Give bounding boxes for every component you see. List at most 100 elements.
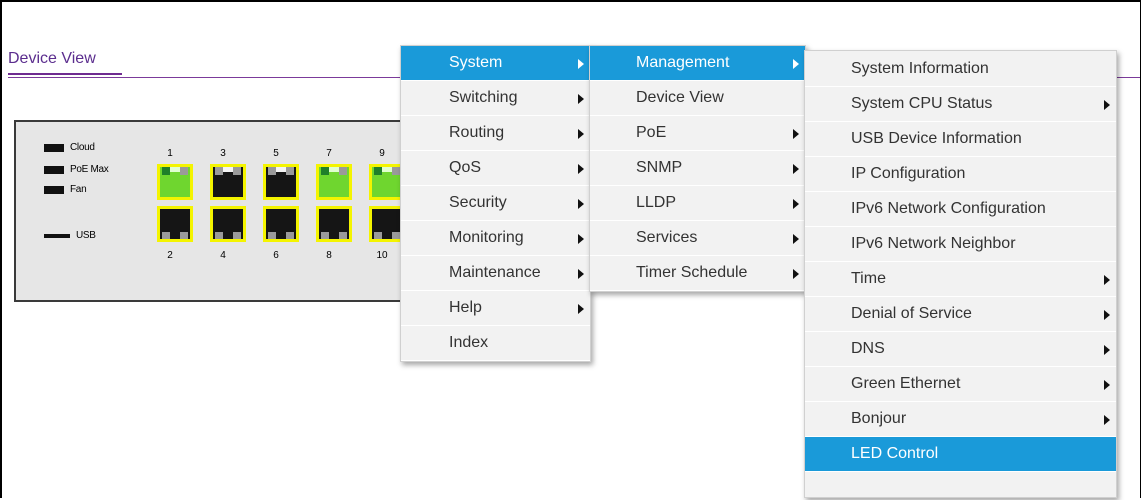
management-menu-item-time[interactable]: Time <box>805 262 1116 297</box>
legend-usb: USB <box>44 230 96 241</box>
chevron-right-icon <box>578 234 584 244</box>
chevron-right-icon <box>578 304 584 314</box>
main-menu-item-label: Switching <box>449 89 518 106</box>
port-number-label: 4 <box>220 250 226 261</box>
switch-port[interactable] <box>263 164 299 200</box>
chevron-right-icon <box>1104 345 1110 355</box>
main-menu-item-security[interactable]: Security <box>401 186 590 221</box>
switch-port[interactable] <box>263 206 299 242</box>
system-menu-item-snmp[interactable]: SNMP <box>590 151 805 186</box>
management-menu-item-system-information[interactable]: System Information <box>805 52 1116 87</box>
main-menu-item-maintenance[interactable]: Maintenance <box>401 256 590 291</box>
main-menu-item-label: QoS <box>449 159 482 176</box>
system-menu-item-device-view[interactable]: Device View <box>590 81 805 116</box>
management-menu-item-dns[interactable]: DNS <box>805 332 1116 367</box>
device-panel: Cloud PoE Max Fan USB 1 3 5 7 9 2 4 6 8 10 <box>14 120 409 302</box>
switch-port[interactable] <box>157 206 193 242</box>
management-menu-item-system-cpu-status[interactable]: System CPU Status <box>805 87 1116 122</box>
main-menu: System Switching Routing QoS Security Monitor… <box>400 45 591 362</box>
system-menu-item-label: Management <box>636 54 730 71</box>
switch-port[interactable] <box>316 206 352 242</box>
management-menu-item-usb-device-information[interactable]: USB Device Information <box>805 122 1116 157</box>
main-menu-item-label: Index <box>449 334 489 351</box>
legend-cloud-label: Cloud <box>70 142 95 153</box>
system-menu-item-label: Timer Schedule <box>636 264 748 281</box>
system-menu-item-poe[interactable]: PoE <box>590 116 805 151</box>
system-menu-item-label: LLDP <box>636 194 677 211</box>
port-number-label: 3 <box>220 148 226 159</box>
main-menu-item-monitoring[interactable]: Monitoring <box>401 221 590 256</box>
chevron-right-icon <box>1104 310 1110 320</box>
chevron-right-icon <box>793 59 799 69</box>
chevron-right-icon <box>578 129 584 139</box>
port-number-label: 10 <box>376 250 388 261</box>
management-menu-item-bonjour[interactable]: Bonjour <box>805 402 1116 437</box>
port-number-label: 8 <box>326 250 332 261</box>
management-menu-item-label: IPv6 Network Neighbor <box>851 235 1016 252</box>
poe-max-led-icon <box>44 165 64 174</box>
cloud-led-icon <box>44 143 64 152</box>
port-number-label: 9 <box>379 148 385 159</box>
chevron-right-icon <box>578 94 584 104</box>
main-menu-item-system[interactable]: System <box>401 46 590 81</box>
main-menu-item-index[interactable]: Index <box>401 326 590 361</box>
chevron-right-icon <box>793 269 799 279</box>
port-number-label: 1 <box>167 148 173 159</box>
management-menu-item-label: IPv6 Network Configuration <box>851 200 1046 217</box>
system-menu-item-timer-schedule[interactable]: Timer Schedule <box>590 256 805 291</box>
management-menu-item-ipv6-network-configuration[interactable]: IPv6 Network Configuration <box>805 192 1116 227</box>
main-menu-item-switching[interactable]: Switching <box>401 81 590 116</box>
switch-port[interactable] <box>210 164 246 200</box>
system-menu-item-label: SNMP <box>636 159 683 176</box>
chevron-right-icon <box>793 199 799 209</box>
port-number-label: 5 <box>273 148 279 159</box>
management-menu-item-green-ethernet[interactable]: Green Ethernet <box>805 367 1116 402</box>
management-menu-item-led-control[interactable]: LED Control <box>805 437 1116 472</box>
main-menu-item-label: Routing <box>449 124 505 141</box>
chevron-right-icon <box>1104 415 1110 425</box>
system-menu-item-lldp[interactable]: LLDP <box>590 186 805 221</box>
management-menu-item-ipv6-network-neighbor[interactable]: IPv6 Network Neighbor <box>805 227 1116 262</box>
management-menu-item-label: Denial of Service <box>851 305 972 322</box>
management-menu-item-ip-configuration[interactable]: IP Configuration <box>805 157 1116 192</box>
port-number-label: 6 <box>273 250 279 261</box>
tab-underline-active <box>8 73 122 75</box>
management-menu-item-label: USB Device Information <box>851 130 1022 147</box>
main-menu-item-label: Security <box>449 194 507 211</box>
system-menu-item-label: PoE <box>636 124 667 141</box>
legend-usb-label: USB <box>76 230 96 241</box>
management-menu-item-label: Bonjour <box>851 410 907 427</box>
chevron-right-icon <box>578 269 584 279</box>
management-menu-item-label: DNS <box>851 340 885 357</box>
system-menu-item-label: Device View <box>636 89 724 106</box>
legend-fan-label: Fan <box>70 184 87 195</box>
management-menu-item-denial-of-service[interactable]: Denial of Service <box>805 297 1116 332</box>
system-menu-item-label: Services <box>636 229 698 246</box>
main-menu-item-label: System <box>449 54 503 71</box>
fan-led-icon <box>44 185 64 194</box>
main-menu-item-help[interactable]: Help <box>401 291 590 326</box>
main-menu-item-label: Help <box>449 299 482 316</box>
system-menu-item-services[interactable]: Services <box>590 221 805 256</box>
management-menu-item-label: Green Ethernet <box>851 375 961 392</box>
management-submenu: System Information System CPU Status USB D… <box>804 50 1117 498</box>
system-submenu: Management Device View PoE SNMP LLDP Services… <box>589 45 806 292</box>
main-menu-item-label: Monitoring <box>449 229 524 246</box>
switch-port[interactable] <box>157 164 193 200</box>
system-menu-item-management[interactable]: Management <box>590 46 805 81</box>
legend-cloud: Cloud <box>44 142 95 153</box>
port-number-label: 2 <box>167 250 173 261</box>
management-menu-item-label: System Information <box>851 60 989 77</box>
switch-port[interactable] <box>210 206 246 242</box>
legend-fan: Fan <box>44 184 87 195</box>
main-menu-item-qos[interactable]: QoS <box>401 151 590 186</box>
usb-led-icon <box>44 233 70 238</box>
chevron-right-icon <box>578 164 584 174</box>
main-menu-item-routing[interactable]: Routing <box>401 116 590 151</box>
device-view-tab[interactable]: Device View <box>8 50 96 68</box>
switch-port[interactable] <box>316 164 352 200</box>
chevron-right-icon <box>793 234 799 244</box>
management-menu-item-label: IP Configuration <box>851 165 966 182</box>
legend-poe-max-label: PoE Max <box>70 164 109 175</box>
legend-poe-max: PoE Max <box>44 164 109 175</box>
